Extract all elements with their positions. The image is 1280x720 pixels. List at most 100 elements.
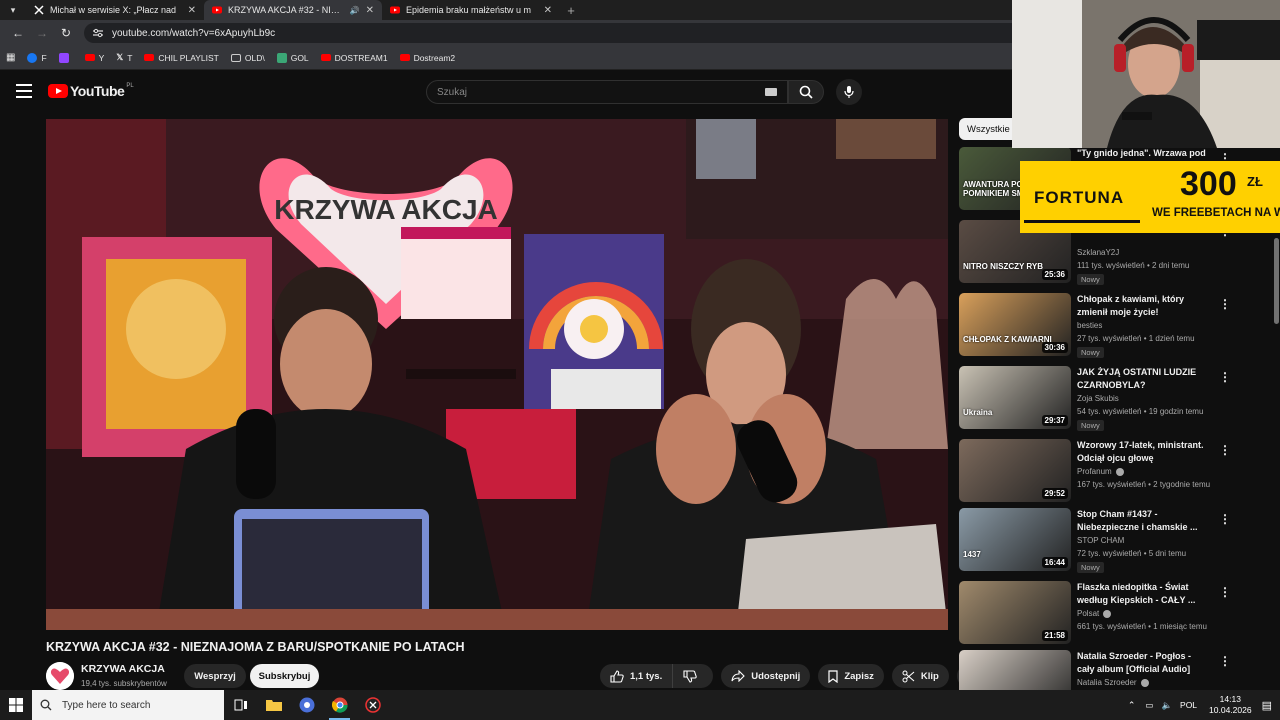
video-thumbnail[interactable]: 21:58	[959, 581, 1071, 644]
language-indicator[interactable]: POL	[1180, 700, 1197, 710]
video-thumbnail[interactable]: Ukraina 29:37	[959, 366, 1071, 429]
task-view-button[interactable]	[224, 690, 257, 720]
volume-icon[interactable]: 🔈	[1161, 700, 1172, 711]
recommended-channel-name[interactable]: Profanum	[1077, 467, 1124, 476]
chrome-profile-button[interactable]	[290, 690, 323, 720]
youtube-icon	[144, 54, 155, 61]
like-count: 1,1 tys.	[630, 670, 663, 682]
support-button[interactable]: Wesprzyj	[184, 664, 246, 688]
browser-tab-active-video[interactable]: KRZYWA AKCJA #32 - NIEZN 🔊 ✕	[204, 0, 382, 20]
channel-label: Profanum	[1077, 467, 1112, 476]
app-button[interactable]	[356, 690, 389, 720]
bookmark-dostream1[interactable]: DOSTREAM1	[320, 53, 388, 63]
view-count-and-age: 27 tys. wyświetleń • 1 dzień temu	[1077, 334, 1195, 343]
channel-name[interactable]: KRZYWA AKCJA	[81, 663, 165, 675]
forward-arrow-icon[interactable]: →	[30, 26, 54, 40]
clock[interactable]: 14:13 10.04.2026	[1209, 694, 1252, 716]
url-text: youtube.com/watch?v=6xApuyhLb9c	[112, 27, 276, 39]
browser-tab-x[interactable]: Michał w serwisie X: „Płacz nad ✕	[26, 0, 204, 20]
network-icon[interactable]: ▭	[1145, 700, 1153, 711]
chevron-up-icon[interactable]: ⌃	[1128, 700, 1136, 711]
fortuna-ad-banner[interactable]: FORTUNA 300 ZŁ WE FREEBETACH NA W	[1020, 161, 1280, 233]
notifications-icon[interactable]: ▤	[1262, 699, 1272, 712]
bookmark-x[interactable]: 𝕏T	[116, 52, 132, 63]
tab-search-button[interactable]: ▾	[0, 0, 26, 20]
recommended-video-title[interactable]: Natalia Szroeder - Pogłos - cały album […	[1077, 650, 1207, 676]
recommended-video-title[interactable]: Chłopak z kawiami, który zmienił moje ży…	[1077, 293, 1207, 319]
recommended-video[interactable]: Ukraina 29:37 JAK ŻYJĄ OSTATNI LUDZIE CZAR…	[959, 366, 1259, 432]
share-button[interactable]: Udostępnij	[721, 664, 811, 688]
recommended-video[interactable]: 29:52 Wzorowy 17-latek, ministrant. Odcią…	[959, 439, 1259, 505]
recommended-video-title[interactable]: Stop Cham #1437 - Niebezpieczne i chamsk…	[1077, 508, 1207, 534]
more-options-icon[interactable]: ⋮	[1219, 654, 1231, 668]
more-options-icon[interactable]: ⋮	[1219, 512, 1231, 526]
recommended-channel-name[interactable]: STOP CHAM	[1077, 536, 1124, 545]
more-options-icon[interactable]: ⋮	[1219, 585, 1231, 599]
clip-button[interactable]: Klip	[891, 664, 949, 688]
recommended-video-title[interactable]: "Ty gnido jedna". Wrzawa pod	[1077, 147, 1207, 160]
more-options-icon[interactable]: ⋮	[1219, 297, 1231, 311]
search-placeholder: Szukaj	[437, 86, 468, 98]
sidebar-scrollbar[interactable]	[1274, 238, 1279, 324]
close-tab-icon[interactable]: ✕	[544, 5, 552, 16]
voice-search-button[interactable]	[836, 79, 862, 105]
share-icon	[731, 670, 745, 682]
bookmark-gol[interactable]: GOL	[276, 52, 309, 63]
speaker-icon[interactable]: 🔊	[350, 6, 360, 15]
url-field[interactable]: youtube.com/watch?v=6xApuyhLb9c	[84, 23, 1079, 43]
bookmark-label: CHIL PLAYLIST	[158, 52, 219, 63]
bookmark-youtube[interactable]: Y	[84, 53, 104, 63]
more-options-icon[interactable]: ⋮	[1219, 370, 1231, 384]
folder-icon	[265, 700, 282, 711]
taskbar-search-input[interactable]: Type here to search	[32, 690, 224, 720]
save-button[interactable]: Zapisz	[818, 664, 884, 688]
bookmark-facebook[interactable]: F	[27, 52, 47, 63]
recommended-video-title[interactable]: JAK ŻYJĄ OSTATNI LUDZIE CZARNOBYLA?	[1077, 366, 1207, 392]
close-tab-icon[interactable]: ✕	[188, 5, 196, 16]
recommended-channel-name[interactable]: Natalia Szroeder	[1077, 678, 1149, 687]
file-explorer-button[interactable]	[257, 690, 290, 720]
video-player[interactable]: KRZYWA AKCJA	[46, 119, 948, 630]
bookmark-dostream2[interactable]: Dostream2	[399, 53, 455, 63]
site-settings-icon[interactable]	[92, 28, 104, 38]
subscribe-button[interactable]: Subskrybuj	[250, 664, 319, 688]
recommended-video[interactable]: 21:58 Flaszka niedopitka - Świat według K…	[959, 581, 1259, 647]
dislike-button[interactable]	[673, 664, 714, 688]
ad-brand: FORTUNA	[1034, 188, 1125, 207]
channel-label: Zoja Skubis	[1077, 394, 1119, 403]
view-count-and-age: 72 tys. wyświetleń • 5 dni temu	[1077, 549, 1187, 558]
apps-grid-icon[interactable]: ▦	[6, 52, 15, 63]
recommended-video[interactable]: CHŁOPAK Z KAWIARNI 30:36 Chłopak z kawiami…	[959, 293, 1259, 359]
search-input[interactable]: Szukaj	[426, 80, 788, 104]
recommended-video-title[interactable]: Wzorowy 17-latek, ministrant. Odciął ojc…	[1077, 439, 1207, 465]
browser-tab-epidemia[interactable]: Epidemia braku małżeństw u m ✕	[382, 0, 560, 20]
recommended-video-title[interactable]: Flaszka niedopitka - Świat według Kiepsk…	[1077, 581, 1207, 607]
youtube-logo[interactable]: YouTube PL	[48, 83, 134, 99]
chrome-button[interactable]	[323, 690, 356, 720]
ad-tagline: WE FREEBETACH NA W	[1152, 207, 1280, 219]
more-options-icon[interactable]: ⋮	[1219, 443, 1231, 457]
filter-chip-all[interactable]: Wszystkie	[959, 118, 1018, 140]
bookmark-chil-playlist[interactable]: CHIL PLAYLIST	[144, 52, 219, 63]
menu-icon[interactable]	[16, 84, 32, 98]
recommended-channel-name[interactable]: Zoja Skubis	[1077, 394, 1119, 403]
like-button[interactable]: 1,1 tys.	[600, 664, 674, 688]
bookmark-folder-old[interactable]: OLD\	[230, 53, 265, 63]
bookmark-twitch[interactable]	[58, 52, 73, 63]
keyboard-icon[interactable]	[765, 88, 777, 96]
recommended-channel-name[interactable]: besties	[1077, 321, 1102, 330]
video-thumbnail[interactable]: CHŁOPAK Z KAWIARNI 30:36	[959, 293, 1071, 356]
video-thumbnail[interactable]: 29:52	[959, 439, 1071, 502]
recommended-channel-name[interactable]: SzklanaY2J	[1077, 248, 1119, 257]
recommended-channel-name[interactable]: Polsat	[1077, 609, 1112, 618]
new-tab-button[interactable]: +	[560, 3, 582, 18]
recommended-video[interactable]: 1437 16:44 Stop Cham #1437 - Niebezpieczne…	[959, 508, 1259, 574]
reload-icon[interactable]: ↻	[54, 26, 78, 40]
windows-start-button[interactable]	[0, 690, 32, 720]
back-arrow-icon[interactable]: ←	[6, 26, 30, 40]
video-thumbnail[interactable]: 1437 16:44	[959, 508, 1071, 571]
close-tab-icon[interactable]: ✕	[366, 5, 374, 16]
channel-avatar[interactable]	[46, 662, 74, 690]
like-dislike-group: 1,1 tys.	[600, 664, 714, 688]
search-button[interactable]	[788, 80, 824, 104]
